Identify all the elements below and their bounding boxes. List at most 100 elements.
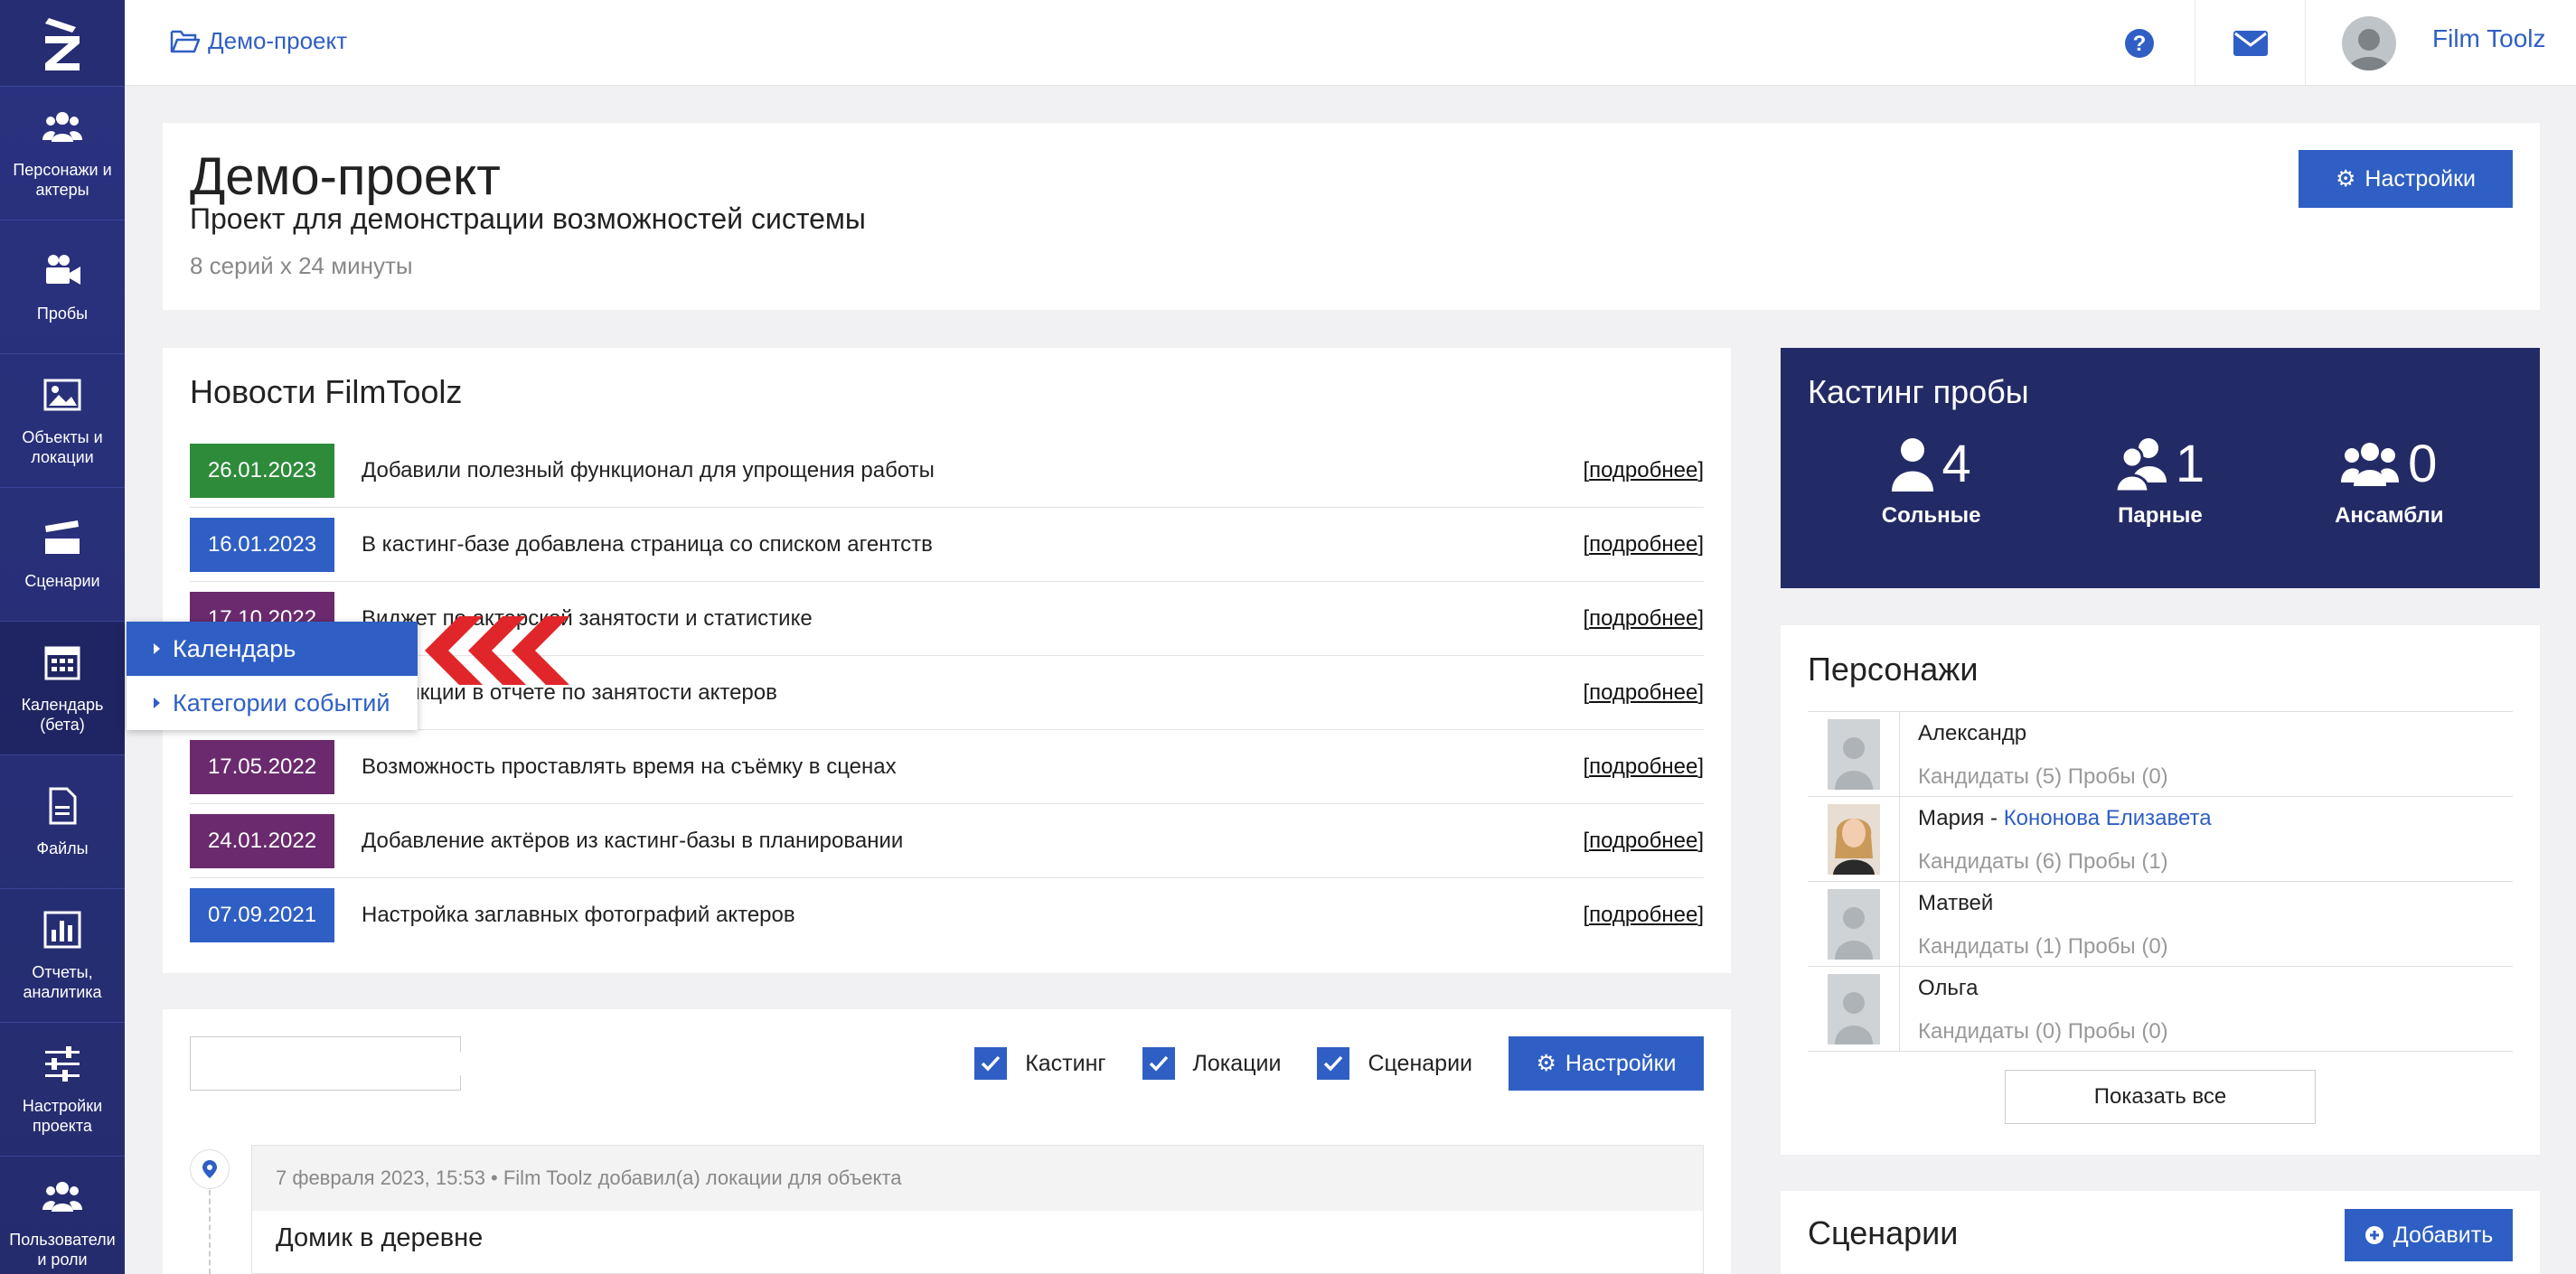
caret-right-icon (154, 643, 160, 654)
search-input[interactable] (209, 1052, 469, 1075)
sidebar-item-characters[interactable]: Персонажи и актеры (0, 86, 125, 220)
stat-label: Сольные (1881, 503, 1981, 528)
topbar: Демо-проект ? Film Toolz (125, 0, 2576, 86)
checkbox-checked[interactable] (974, 1047, 1008, 1080)
search-box (190, 1036, 469, 1091)
sidebar-item-auditions[interactable]: Пробы (0, 220, 125, 353)
plus-circle-icon (2364, 1226, 2383, 1244)
filter-scripts[interactable]: Сценарии (1317, 1047, 1472, 1080)
sidebar: Персонажи и актеры Пробы Объекты и локац… (0, 0, 125, 1274)
feed-entry-header: 7 февраля 2023, 15:53 • Film Toolz добав… (252, 1146, 1703, 1211)
filter-casting[interactable]: Кастинг (974, 1047, 1106, 1080)
list-item: 24.01.2022 Добавление актёров из кастинг… (190, 804, 1704, 878)
news-more-link[interactable]: [подробнее] (1583, 532, 1704, 557)
sidebar-item-scripts[interactable]: Сценарии (0, 487, 125, 621)
sidebar-item-calendar[interactable]: Календарь (бета) (0, 621, 125, 754)
news-more-link[interactable]: [подробнее] (1583, 754, 1704, 780)
list-item: 17.05.2022 Возможность проставлять время… (190, 730, 1704, 804)
clapperboard-icon (45, 520, 80, 554)
list-item: 16.01.2023 В кастинг-базе добавлена стра… (190, 508, 1704, 582)
news-more-link[interactable]: [подробнее] (1583, 829, 1704, 854)
button-label: Настройки (1565, 1050, 1677, 1076)
character-name: Мария - Кононова Елизавета (1918, 806, 2212, 830)
breadcrumb[interactable]: Демо-проект (170, 27, 347, 55)
list-item[interactable]: Мария - Кононова Елизавета Кандидаты (6)… (1808, 797, 2513, 882)
news-more-link[interactable]: [подробнее] (1583, 680, 1704, 706)
character-name: Ольга (1918, 976, 1979, 1000)
stat-pair[interactable]: 1 Парные (2070, 434, 2251, 529)
stat-value: 4 (1941, 435, 1971, 493)
filter-label: Кастинг (1025, 1050, 1106, 1076)
list-item[interactable]: Ольга Кандидаты (0) Пробы (0) (1808, 967, 2513, 1052)
news-more-link[interactable]: [подробнее] (1583, 903, 1704, 928)
actor-portrait-icon (1832, 818, 1875, 875)
sidebar-item-reports[interactable]: Отчеты, аналитика (0, 888, 125, 1022)
news-date-badge: 07.09.2021 (190, 888, 334, 942)
add-scenario-button[interactable]: Добавить (2345, 1209, 2513, 1261)
filter-label: Сценарии (1368, 1050, 1472, 1076)
stat-label: Парные (2118, 503, 2203, 528)
feed-settings-button[interactable]: ⚙ Настройки (1509, 1036, 1704, 1091)
app-logo[interactable] (0, 0, 125, 86)
file-icon (49, 787, 77, 824)
characters-title: Персонажи (1808, 651, 1979, 688)
sidebar-item-files[interactable]: Файлы (0, 754, 125, 888)
sidebar-item-project-settings[interactable]: Настройки проекта (0, 1022, 125, 1156)
user-silhouette-icon (1834, 736, 1873, 790)
submenu-label: Календарь (173, 634, 296, 662)
svg-text:?: ? (2133, 32, 2147, 56)
sidebar-item-label: Отчеты, аналитика (23, 962, 102, 1001)
avatar (1827, 888, 1880, 960)
characters-list: Александр Кандидаты (5) Пробы (0) Мария … (1808, 711, 2513, 1052)
envelope-icon (2233, 30, 2268, 56)
news-text: Настройка заглавных фотографий актеров (362, 903, 795, 927)
submenu-item-event-categories[interactable]: Категории событий (127, 676, 418, 730)
actor-link[interactable]: Кононова Елизавета (2004, 806, 2212, 830)
image-icon (43, 379, 81, 410)
gear-icon: ⚙ (1536, 1051, 1556, 1076)
check-icon (1149, 1055, 1168, 1072)
filter-label: Локации (1192, 1050, 1282, 1076)
avatar (1827, 718, 1880, 790)
calendar-submenu: Календарь Категории событий (127, 622, 418, 730)
avatar (1827, 973, 1880, 1044)
user-menu[interactable]: Film Toolz (2305, 0, 2576, 86)
checkbox-checked[interactable] (1317, 1047, 1350, 1080)
checkbox-checked[interactable] (1142, 1047, 1175, 1080)
show-all-button[interactable]: Показать все (2005, 1070, 2316, 1124)
casting-stats: 4 Сольные 1 Парные 0 Ансамбли (1781, 434, 2540, 529)
news-more-link[interactable]: [подробнее] (1583, 606, 1704, 632)
avatar (2342, 15, 2396, 70)
news-text: В кастинг-базе добавлена страница со спи… (362, 531, 933, 557)
red-arrow-marker-icon (425, 616, 569, 685)
help-button[interactable]: ? (2084, 0, 2195, 86)
stat-solo[interactable]: 4 Сольные (1841, 434, 2022, 529)
breadcrumb-label: Демо-проект (208, 27, 348, 54)
topbar-actions: ? Film Toolz (2084, 0, 2576, 86)
check-icon (1324, 1055, 1343, 1072)
list-item[interactable]: Александр Кандидаты (5) Пробы (0) (1808, 712, 2513, 797)
logo-icon (45, 17, 80, 70)
news-date-badge: 17.05.2022 (190, 739, 334, 794)
stat-ensemble[interactable]: 0 Ансамбли (2299, 434, 2479, 529)
news-text: Возможность проставлять время на съёмку … (362, 754, 897, 779)
sidebar-item-locations[interactable]: Объекты и локации (0, 353, 125, 487)
news-more-link[interactable]: [подробнее] (1583, 458, 1704, 483)
feed-entry[interactable]: 7 февраля 2023, 15:53 • Film Toolz добав… (251, 1145, 1704, 1274)
project-settings-button[interactable]: ⚙ Настройки (2299, 150, 2513, 208)
project-header-card: Демо-проект Проект для демонстрации возм… (163, 123, 2540, 310)
user-name: Film Toolz (2432, 23, 2546, 52)
check-icon (981, 1055, 1001, 1072)
users-group-icon (2341, 442, 2400, 486)
filter-locations[interactable]: Локации (1142, 1047, 1282, 1080)
button-label: Добавить (2393, 1222, 2494, 1248)
list-item[interactable]: Матвей Кандидаты (1) Пробы (0) (1808, 882, 2513, 967)
sidebar-item-label: Персонажи и актеры (13, 160, 112, 199)
submenu-label: Категории событий (173, 689, 390, 717)
submenu-item-calendar[interactable]: Календарь (127, 622, 418, 676)
sidebar-item-label: Настройки проекта (22, 1096, 103, 1135)
user-silhouette-icon (1834, 991, 1873, 1044)
sidebar-item-users[interactable]: Пользователи и роли (0, 1156, 125, 1274)
messages-button[interactable] (2195, 0, 2305, 86)
character-stats: Кандидаты (5) Пробы (0) (1918, 764, 2168, 789)
